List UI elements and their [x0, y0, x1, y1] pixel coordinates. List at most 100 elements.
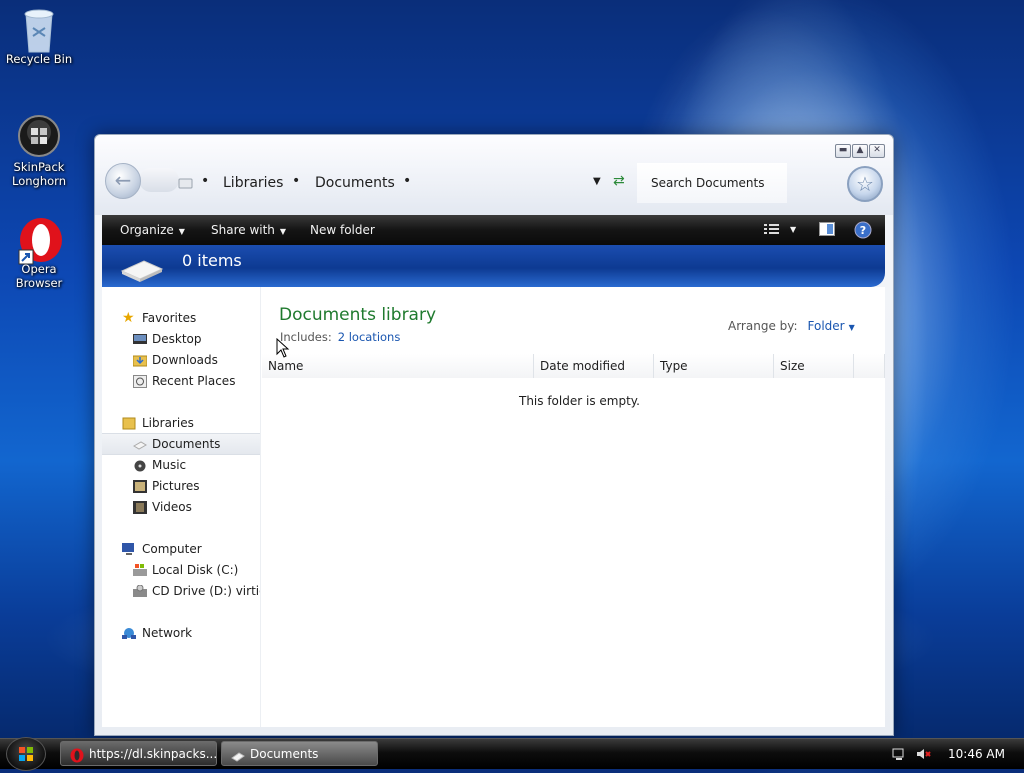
sidebar-item-desktop[interactable]: Desktop	[102, 329, 260, 349]
pictures-icon	[133, 479, 147, 493]
start-button[interactable]	[6, 737, 46, 771]
breadcrumb-separator: •	[201, 173, 210, 189]
chevron-down-icon: ▼	[279, 227, 287, 236]
document-stack-icon	[120, 257, 164, 286]
chevron-down-icon: ▼	[178, 227, 185, 236]
minimize-button[interactable]: ▬	[835, 144, 851, 158]
opera-icon	[70, 747, 84, 765]
preview-pane-button[interactable]	[819, 222, 835, 239]
videos-icon	[133, 500, 147, 514]
sidebar-item-videos[interactable]: Videos	[102, 497, 260, 517]
sidebar-item-label: Local Disk (C:)	[152, 563, 239, 577]
back-arrow-icon: ←	[114, 168, 132, 192]
organize-menu[interactable]: Organize ▼	[120, 223, 185, 237]
desktop-icon-label: Longhorn	[12, 174, 66, 188]
taskbar-item-opera[interactable]: https://dl.skinpacks....	[60, 741, 217, 766]
volume-muted-icon[interactable]	[916, 747, 932, 764]
taskbar-item-label: https://dl.skinpacks....	[89, 747, 217, 761]
column-header-date-modified[interactable]: Date modified	[534, 354, 654, 378]
sidebar-item-local-disk[interactable]: Local Disk (C:)	[102, 560, 260, 580]
desktop-icon	[133, 332, 147, 345]
sidebar-item-label: Music	[152, 458, 187, 472]
search-input[interactable]: Search Documents	[637, 163, 787, 203]
chevron-down-icon[interactable]: ▼	[790, 225, 796, 234]
sidebar-item-label: Downloads	[152, 353, 218, 367]
taskbar-item-label: Documents	[250, 747, 319, 761]
library-icon	[231, 747, 245, 765]
sidebar-item-label: CD Drive (D:) virtio-v	[152, 584, 260, 598]
breadcrumb-documents[interactable]: Documents	[315, 175, 395, 191]
music-icon	[133, 458, 147, 472]
sidebar-item-label: Pictures	[152, 479, 200, 493]
sidebar-item-label: Favorites	[142, 311, 197, 325]
desktop-icon-recycle-bin[interactable]: Recycle Bin	[0, 6, 78, 66]
breadcrumb-separator: •	[403, 173, 412, 189]
share-with-label: Share with	[211, 223, 275, 237]
sidebar-item-label: Desktop	[152, 332, 202, 346]
refresh-icon[interactable]: ⇄	[613, 173, 625, 189]
column-header-type[interactable]: Type	[654, 354, 774, 378]
preview-pane-icon	[819, 222, 835, 236]
sidebar-item-music[interactable]: Music	[102, 455, 260, 475]
desktop-icon-opera[interactable]: Opera Browser	[0, 216, 78, 290]
sidebar-item-label: Computer	[142, 542, 202, 556]
content-area: ★ Favorites Desktop Downloads Recent Pla…	[102, 287, 885, 727]
network-tray-icon[interactable]	[892, 747, 906, 764]
chevron-down-icon: ▼	[848, 323, 855, 332]
opera-icon	[17, 216, 62, 265]
sidebar-item-label: Recent Places	[152, 374, 236, 388]
desktop-icon-label: Browser	[15, 276, 63, 290]
library-title: Documents library	[279, 305, 437, 325]
sidebar-item-documents[interactable]: Documents	[102, 433, 260, 455]
locations-link[interactable]: 2 locations	[338, 330, 401, 344]
libraries-icon	[122, 416, 136, 430]
column-header-name[interactable]: Name	[262, 354, 534, 378]
sidebar-item-label: Libraries	[142, 416, 194, 430]
sidebar-item-label: Network	[142, 626, 193, 640]
empty-folder-message: This folder is empty.	[519, 394, 640, 408]
arrange-by: Arrange by: Folder ▼	[728, 319, 855, 333]
mouse-cursor-icon	[276, 337, 290, 361]
new-folder-button[interactable]: New folder	[310, 223, 375, 237]
navigation-pane: ★ Favorites Desktop Downloads Recent Pla…	[102, 287, 261, 727]
network-icon	[122, 626, 136, 639]
taskbar-item-documents[interactable]: Documents	[221, 741, 378, 766]
explorer-window: ▬ ▲ ✕ ← • Libraries • Documents • ▼ ⇄ Se…	[94, 134, 894, 736]
taskbar: https://dl.skinpacks.... Documents 10:46…	[0, 737, 1024, 771]
back-button[interactable]: ←	[105, 163, 141, 199]
breadcrumb-separator: •	[292, 173, 301, 189]
address-dropdown-icon[interactable]: ▼	[593, 176, 601, 187]
sidebar-item-favorites[interactable]: ★ Favorites	[102, 308, 260, 328]
downloads-folder-icon	[132, 353, 148, 367]
item-count: 0 items	[182, 251, 242, 270]
desktop-icon-label: SkinPack	[13, 160, 65, 174]
organize-label: Organize	[120, 223, 174, 237]
sidebar-item-pictures[interactable]: Pictures	[102, 476, 260, 496]
forward-button[interactable]	[139, 168, 179, 192]
sidebar-item-network[interactable]: Network	[102, 623, 260, 643]
windows-orb-icon	[17, 114, 61, 158]
sidebar-item-label: Documents	[152, 437, 221, 451]
close-button[interactable]: ✕	[869, 144, 885, 158]
column-header-blank	[854, 354, 885, 378]
breadcrumb-libraries[interactable]: Libraries	[223, 175, 283, 191]
computer-icon	[122, 542, 136, 555]
desktop-icon-skinpack[interactable]: SkinPack Longhorn	[0, 114, 78, 188]
library-small-icon	[178, 177, 194, 189]
share-with-menu[interactable]: Share with ▼	[211, 223, 286, 237]
windows-logo-icon	[19, 747, 33, 761]
column-header-size[interactable]: Size	[774, 354, 854, 378]
hard-disk-icon	[133, 563, 147, 576]
view-options-button[interactable]	[764, 222, 780, 239]
recycle-bin-icon	[17, 6, 61, 53]
sidebar-item-libraries[interactable]: Libraries	[102, 413, 260, 433]
arrange-dropdown[interactable]: Folder ▼	[808, 319, 855, 333]
sidebar-item-downloads[interactable]: Downloads	[102, 350, 260, 370]
maximize-button[interactable]: ▲	[852, 144, 868, 158]
sidebar-item-computer[interactable]: Computer	[102, 539, 260, 559]
favorites-orb-button[interactable]: ☆	[847, 166, 883, 202]
sidebar-item-cd-drive[interactable]: CD Drive (D:) virtio-v	[102, 581, 260, 601]
sidebar-item-recent-places[interactable]: Recent Places	[102, 371, 260, 391]
clock[interactable]: 10:46 AM	[948, 747, 1005, 761]
help-button[interactable]: ?	[854, 221, 872, 242]
